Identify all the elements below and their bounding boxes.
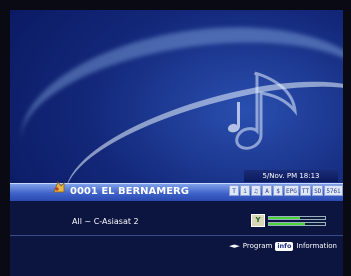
- left-right-arrows-icon: ◄►: [228, 242, 240, 250]
- audio-badge: ♫: [251, 185, 261, 196]
- info-badge: i: [240, 185, 250, 196]
- sd-badge: SD: [312, 185, 324, 196]
- resolution-badge: 576i: [324, 185, 343, 196]
- panel-divider: [10, 235, 343, 236]
- screen-bezel-right: [343, 0, 351, 276]
- subtitle-badge: TT: [299, 185, 312, 196]
- audio-track-badge: A: [262, 185, 272, 196]
- program-hint: Program: [242, 242, 273, 250]
- signal-strength-bar: [268, 216, 326, 220]
- tv-screen: 5/Nov. PM 18:13 0001 EL BERNAMERG T i ♫ …: [0, 0, 351, 276]
- satellite-name: All ~ C-Asiasat 2: [72, 217, 139, 226]
- teletext-badge: T: [229, 185, 239, 196]
- scrambled-badge: $: [273, 185, 283, 196]
- signal-quality-fill: [269, 223, 306, 225]
- favorite-channel-icon: [53, 181, 65, 193]
- key-help: ◄► Program info Information: [229, 240, 337, 252]
- epg-badge: EPG: [284, 185, 299, 196]
- screen-bezel-left: [0, 0, 10, 276]
- service-badges: T i ♫ A $ EPG TT SD 576i: [229, 185, 343, 197]
- signal-antenna-icon: Y: [251, 214, 265, 227]
- info-key-icon: info: [275, 241, 294, 251]
- signal-quality-bar: [268, 222, 326, 226]
- datetime-display: 5/Nov. PM 18:13: [244, 170, 338, 182]
- small-music-note-graphic: [227, 102, 240, 133]
- signal-strength-fill: [269, 217, 300, 219]
- screen-bezel-top: [0, 0, 351, 10]
- channel-name: 0001 EL BERNAMERG: [70, 186, 189, 197]
- signal-meter: Y: [251, 213, 331, 229]
- information-hint: Information: [296, 242, 337, 250]
